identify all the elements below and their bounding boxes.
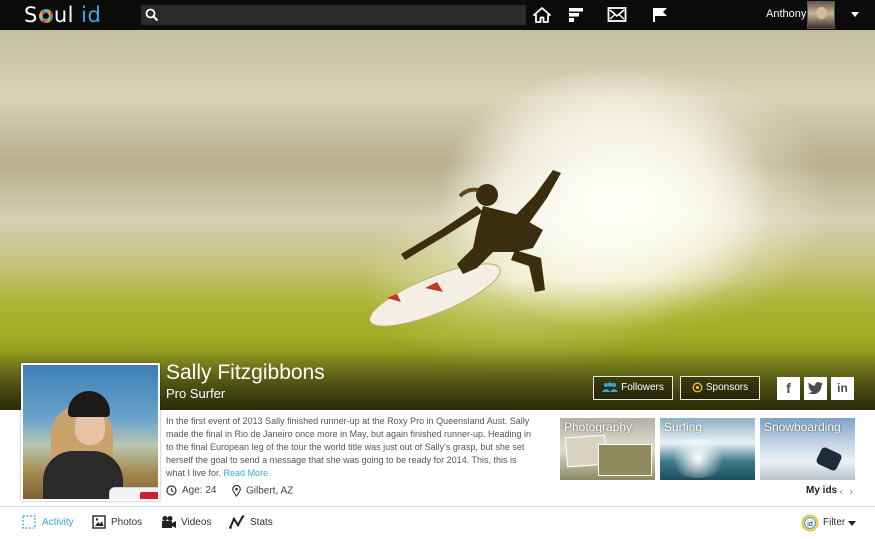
id-card-photography[interactable]: Photography (560, 418, 655, 480)
search-bar[interactable] (141, 5, 526, 25)
sponsors-icon (692, 382, 703, 393)
tab-label: Videos (181, 517, 212, 528)
location-pin-icon (232, 484, 241, 497)
location-label: Gilbert, AZ (246, 485, 294, 497)
photography-print-2 (598, 444, 652, 476)
profile-age: Age: 24 (166, 485, 216, 496)
photo-beanie (68, 391, 110, 417)
stats-icon (229, 515, 245, 529)
svg-text:id: id (807, 521, 813, 528)
followers-icon (602, 382, 619, 393)
tab-videos[interactable]: Videos (161, 516, 212, 528)
my-ids-label: My ids (806, 485, 838, 496)
user-menu-chevron-down-icon[interactable] (851, 12, 859, 17)
filter-icon: id (801, 514, 819, 532)
filter-button[interactable]: id Filter (801, 514, 846, 532)
id-card-snowboarding[interactable]: Snowboarding (760, 418, 855, 480)
surfer-silhouette (369, 170, 561, 327)
profile-photo[interactable] (21, 363, 160, 501)
video-camera-icon (162, 516, 176, 528)
surfing-wave (668, 438, 728, 478)
followers-label: Followers (621, 382, 664, 393)
profile-bio: In the first event of 2013 Sally finishe… (166, 415, 532, 480)
tab-label: Stats (250, 517, 273, 528)
linkedin-icon[interactable]: in (831, 377, 854, 400)
photos-icon (92, 515, 106, 529)
home-icon[interactable] (532, 6, 552, 24)
cover-photo (0, 30, 875, 410)
profile-name: Sally Fitzgibbons (166, 361, 325, 384)
clock-icon (166, 485, 177, 496)
id-card-label: Surfing (664, 420, 703, 434)
top-navbar: Sul id Anthony (0, 0, 875, 30)
user-avatar[interactable] (807, 1, 835, 29)
snowboarder-figure (815, 446, 843, 472)
soul-id-logo[interactable]: Sul id (24, 3, 101, 27)
flag-icon[interactable] (651, 6, 671, 24)
ids-next-arrow-icon[interactable]: › (849, 485, 853, 498)
logo-o-mark (38, 9, 53, 23)
sponsors-label: Sponsors (705, 382, 749, 393)
filter-label: Filter (823, 517, 846, 528)
bio-text: In the first event of 2013 Sally finishe… (166, 416, 532, 479)
tab-label: Photos (111, 517, 143, 528)
search-input[interactable] (165, 5, 520, 25)
id-card-label: Photography (564, 420, 633, 434)
profile-location: Gilbert, AZ (232, 484, 294, 497)
mail-icon[interactable] (607, 6, 627, 24)
logo-accent: id (81, 3, 102, 27)
tab-label: Activity (42, 517, 74, 528)
photo-surfboard (109, 487, 158, 499)
activity-icon (22, 515, 36, 529)
feed-icon[interactable] (567, 6, 587, 24)
filter-chevron-down-icon[interactable] (848, 521, 856, 526)
facebook-icon[interactable]: f (777, 377, 800, 400)
tab-stats[interactable]: Stats (229, 515, 273, 529)
followers-button[interactable]: Followers (593, 376, 673, 400)
search-icon (145, 8, 159, 22)
tab-activity[interactable]: Activity (22, 515, 74, 529)
read-more-link[interactable]: Read More (224, 468, 269, 478)
profile-page: Sul id Anthony Sally Fitzgibbons Pro Sur… (0, 0, 875, 539)
user-name[interactable]: Anthony (766, 8, 806, 20)
tab-photos[interactable]: Photos (92, 515, 143, 529)
ids-prev-arrow-icon[interactable]: ‹ (839, 485, 843, 498)
profile-role: Pro Surfer (166, 386, 226, 401)
age-label: Age: 24 (182, 485, 217, 497)
id-card-surfing[interactable]: Surfing (660, 418, 755, 480)
twitter-icon[interactable] (804, 377, 827, 400)
id-card-label: Snowboarding (764, 420, 841, 434)
profile-tab-bar: Activity Photos Videos Stats id Filter (0, 506, 875, 539)
sponsors-button[interactable]: Sponsors (680, 376, 760, 400)
